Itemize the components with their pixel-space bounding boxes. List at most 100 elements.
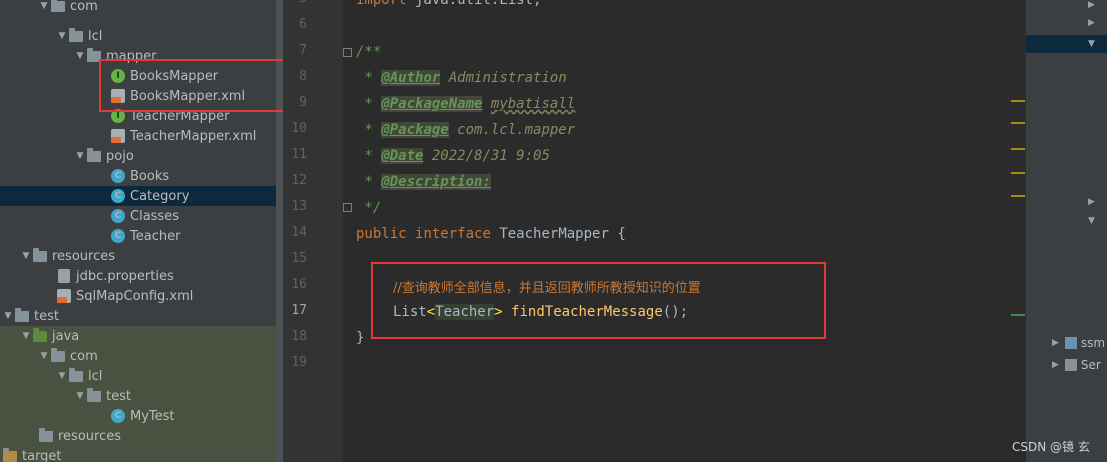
chevron-down-icon[interactable]: ▼ — [1088, 216, 1095, 226]
chevron-down-icon[interactable]: ▼ — [74, 146, 86, 166]
tree-item-test-lcl[interactable]: ▼ lcl — [0, 366, 276, 386]
xml-file-icon — [110, 128, 126, 144]
tree-item-books[interactable]: C Books — [0, 166, 276, 186]
code-line-18: } — [356, 330, 365, 346]
right-tool-panel: ▶ ▶ ▼ ▶ ▼ ▶ ssm ▶ Ser — [1025, 0, 1107, 462]
warning-stripe[interactable] — [1011, 172, 1025, 174]
package-folder-icon — [68, 367, 84, 384]
code-line-13: */ — [356, 200, 382, 216]
class-icon: C — [110, 188, 126, 204]
tree-item-classes[interactable]: C Classes — [0, 206, 276, 226]
tree-item-resources[interactable]: ▼ resources — [0, 246, 276, 266]
code-line-5: import java.util.List; — [356, 0, 542, 8]
line-number: 18 — [291, 329, 307, 344]
folder-icon — [14, 307, 30, 324]
line-number: 16 — [291, 277, 307, 292]
tree-item-test[interactable]: ▼ test — [0, 306, 276, 326]
chevron-down-icon[interactable]: ▼ — [56, 26, 68, 46]
package-folder-icon — [86, 147, 102, 164]
xml-file-icon — [110, 88, 126, 104]
class-icon: C — [110, 408, 126, 424]
line-number: 7 — [299, 43, 307, 58]
code-line-14: public interface TeacherMapper { — [356, 226, 626, 242]
tree-item-category[interactable]: C Category — [0, 186, 276, 206]
project-tree-panel: ▼ com ▼ lcl ▼ mapper I BooksMapper Books… — [0, 0, 283, 462]
code-line-7: /** — [356, 44, 382, 60]
chevron-down-icon[interactable]: ▼ — [2, 306, 14, 326]
code-line-8: * @Author Administration — [356, 70, 567, 86]
warning-stripe[interactable] — [1011, 122, 1025, 124]
line-number: 5 — [277, 0, 307, 6]
test-source-folder-icon — [32, 327, 48, 344]
chevron-right-icon[interactable]: ▶ — [1052, 338, 1059, 348]
tree-item-sqlmapconfig-xml[interactable]: SqlMapConfig.xml — [0, 286, 276, 306]
warning-stripe[interactable] — [1011, 195, 1025, 197]
watermark: CSDN @镜 玄 — [1012, 440, 1090, 454]
package-folder-icon — [50, 347, 66, 364]
line-number: 14 — [291, 225, 307, 240]
chevron-down-icon[interactable]: ▼ — [74, 46, 86, 66]
chevron-down-icon[interactable]: ▼ — [74, 386, 86, 406]
class-icon: C — [110, 168, 126, 184]
tree-item-target[interactable]: target — [0, 446, 276, 462]
warning-stripe[interactable] — [1011, 100, 1025, 102]
chevron-down-icon[interactable]: ▼ — [38, 0, 50, 16]
tree-item-booksmapper-xml[interactable]: BooksMapper.xml — [0, 86, 276, 106]
tree-item-teachermapper-xml[interactable]: TeacherMapper.xml — [0, 126, 276, 146]
chevron-right-icon[interactable]: ▶ — [1088, 18, 1095, 28]
tree-item-test-resources[interactable]: resources — [0, 426, 276, 446]
line-number: 10 — [291, 121, 307, 136]
change-stripe[interactable] — [1011, 314, 1025, 316]
tree-item-booksmapper[interactable]: I BooksMapper — [0, 66, 276, 86]
resources-folder-icon — [38, 427, 54, 444]
class-icon: C — [110, 228, 126, 244]
line-number-gutter: 5 6 7 8 9 10 11 12 13 14 15 16 17 18 19 — [283, 0, 343, 462]
chevron-down-icon[interactable]: ▼ — [20, 326, 32, 346]
module-icon — [1064, 337, 1077, 349]
right-panel-item[interactable]: ▶ ssm — [1026, 334, 1107, 352]
chevron-right-icon[interactable]: ▶ — [1088, 0, 1095, 10]
tree-item-pojo[interactable]: ▼ pojo — [0, 146, 276, 166]
chevron-right-icon[interactable]: ▶ — [1052, 360, 1059, 370]
line-number: 13 — [291, 199, 307, 214]
chevron-down-icon[interactable]: ▼ — [20, 246, 32, 266]
package-folder-icon — [86, 47, 102, 64]
fold-toggle-icon[interactable] — [343, 48, 352, 57]
package-folder-icon — [50, 0, 66, 14]
tree-item-teacher[interactable]: C Teacher — [0, 226, 276, 246]
tree-item-com[interactable]: ▼ com — [0, 0, 276, 16]
fold-toggle-icon[interactable] — [343, 203, 352, 212]
tree-item-teachermapper[interactable]: I TeacherMapper — [0, 106, 276, 126]
code-editor[interactable]: import java.util.List; /** * @Author Adm… — [343, 0, 1025, 462]
tree-item-jdbc-properties[interactable]: jdbc.properties — [0, 266, 276, 286]
folder-icon — [2, 447, 18, 462]
tree-item-test-com[interactable]: ▼ com — [0, 346, 276, 366]
line-number: 19 — [291, 355, 307, 370]
tree-item-mytest[interactable]: C MyTest — [0, 406, 276, 426]
chevron-down-icon[interactable]: ▼ — [1088, 39, 1095, 49]
line-number: 15 — [291, 251, 307, 266]
code-line-16: //查询教师全部信息，并且返回教师所教授知识的位置 — [393, 280, 701, 296]
tree-item-mapper[interactable]: ▼ mapper — [0, 46, 276, 66]
package-folder-icon — [68, 27, 84, 44]
class-icon: C — [110, 208, 126, 224]
right-panel-selected-row[interactable]: ▼ — [1026, 35, 1107, 53]
chevron-down-icon[interactable]: ▼ — [56, 366, 68, 386]
tree-item-java[interactable]: ▼ java — [0, 326, 276, 346]
package-folder-icon — [86, 387, 102, 404]
chevron-right-icon[interactable]: ▶ — [1088, 197, 1095, 207]
properties-file-icon — [56, 268, 72, 284]
right-panel-item[interactable]: ▶ Ser — [1026, 356, 1107, 374]
interface-icon: I — [110, 108, 126, 124]
code-line-10: * @Package com.lcl.mapper — [356, 122, 576, 138]
server-icon — [1064, 359, 1077, 371]
xml-file-icon — [56, 288, 72, 304]
line-number: 8 — [299, 69, 307, 84]
resources-folder-icon — [32, 247, 48, 264]
warning-stripe[interactable] — [1011, 148, 1025, 150]
chevron-down-icon[interactable]: ▼ — [38, 346, 50, 366]
tree-item-lcl[interactable]: ▼ lcl — [0, 26, 276, 46]
code-line-12: * @Description: — [356, 174, 491, 190]
line-number: 9 — [299, 95, 307, 110]
tree-item-test-test[interactable]: ▼ test — [0, 386, 276, 406]
